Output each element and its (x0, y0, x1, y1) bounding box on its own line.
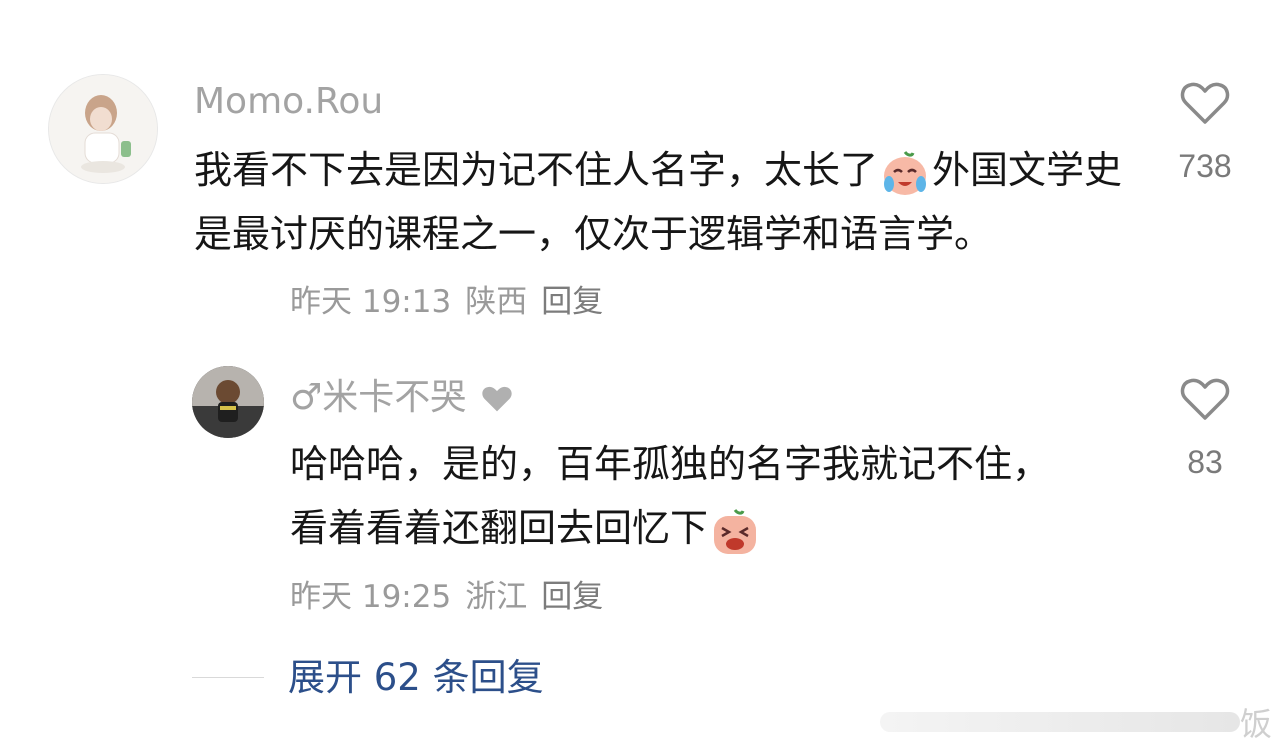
comment-text-part: 我看不下去是因为记不住人名字，太长了 (194, 148, 879, 192)
expand-divider (192, 677, 264, 678)
wailing-emoji-icon (710, 506, 760, 556)
like-count: 738 (1178, 148, 1232, 184)
heart-outline-icon[interactable] (1180, 376, 1230, 422)
comment-username[interactable]: ♂米卡不哭 (290, 378, 514, 418)
avatar[interactable] (48, 74, 158, 184)
comment-meta: 昨天 19:25 浙江 回复 (290, 577, 617, 617)
like-count: 83 (1187, 444, 1223, 480)
heart-outline-icon[interactable] (1180, 80, 1230, 126)
comment-text: 哈哈哈，是的，百年孤独的名字我就记不住，看着看着还翻回去回忆下 (290, 432, 1070, 560)
comment-meta: 昨天 19:13 陕西 回复 (290, 282, 617, 322)
comment-time: 昨天 19:25 (290, 579, 452, 615)
watermark-text: 饭 (1240, 705, 1273, 743)
crying-emoji-icon (880, 148, 930, 198)
reply-button[interactable]: 回复 (541, 284, 603, 320)
like-button[interactable]: 83 (1160, 376, 1250, 482)
comment-time: 昨天 19:13 (290, 284, 452, 320)
comment-username-text: ♂米卡不哭 (290, 377, 467, 418)
comment-username[interactable]: Momo.Rou (194, 82, 383, 122)
like-button[interactable]: 738 (1160, 80, 1250, 186)
comment-location: 浙江 (465, 579, 528, 615)
comment-location: 陕西 (465, 284, 528, 320)
reply-button[interactable]: 回复 (541, 579, 603, 615)
comment-text-part: 哈哈哈，是的，百年孤独的名字我就记不住，看着看着还翻回去回忆下 (290, 442, 1051, 550)
avatar[interactable] (192, 366, 264, 438)
comment-text: 我看不下去是因为记不住人名字，太长了 外国文学史是最讨厌的课程之一，仅次于逻辑学… (194, 138, 1134, 266)
expand-replies-button[interactable]: 展开 62 条回复 (288, 656, 544, 700)
watermark-bar (880, 712, 1240, 732)
heart-icon (482, 386, 512, 412)
